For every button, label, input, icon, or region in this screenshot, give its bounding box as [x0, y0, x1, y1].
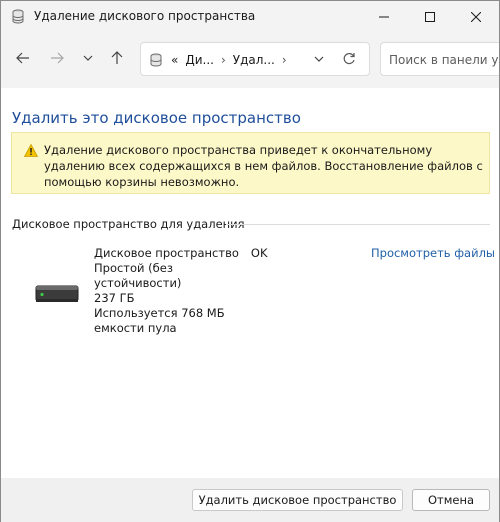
- close-button[interactable]: [453, 1, 499, 32]
- breadcrumb-separator[interactable]: ›: [282, 53, 287, 67]
- refresh-icon[interactable]: [342, 52, 356, 66]
- breadcrumb-item-delete[interactable]: Удал...: [233, 53, 275, 67]
- footer-bar: Удалить дисковое пространство Отмена: [1, 478, 499, 522]
- back-arrow-icon: [16, 52, 29, 64]
- space-details: Дисковое пространство OK Простой (без ус…: [94, 245, 267, 336]
- breadcrumb: « Ди... › Удал... ›: [171, 53, 294, 67]
- breadcrumb-overflow[interactable]: «: [171, 53, 178, 67]
- close-icon: [471, 11, 481, 22]
- drive-icon: [35, 285, 79, 302]
- chevron-down-icon[interactable]: [314, 56, 324, 62]
- storage-spaces-icon: [150, 53, 162, 67]
- forward-button[interactable]: [44, 45, 70, 71]
- space-size: 237 ГБ: [94, 291, 135, 305]
- minimize-button[interactable]: [361, 1, 407, 32]
- space-usage: Используется 768 МБ емкости пула: [94, 306, 225, 335]
- page-title: Удалить это дисковое пространство: [12, 109, 301, 127]
- cancel-button[interactable]: Отмена: [412, 489, 490, 511]
- space-resiliency: Простой (без устойчивости): [94, 261, 182, 290]
- delete-space-button[interactable]: Удалить дисковое пространство: [192, 489, 403, 511]
- storage-spaces-icon: [12, 9, 24, 24]
- recent-dropdown-icon: [83, 55, 93, 61]
- minimize-icon: [379, 16, 389, 17]
- breadcrumb-item-storage-spaces[interactable]: Ди...: [185, 53, 214, 67]
- up-arrow-icon: [111, 51, 123, 64]
- address-bar[interactable]: « Ди... › Удал... ›: [140, 42, 370, 76]
- title-bar: Удаление дискового пространства: [1, 1, 499, 32]
- up-button[interactable]: [104, 45, 130, 71]
- section-divider: [226, 224, 490, 225]
- space-status-row: Дисковое пространство OK: [94, 245, 267, 261]
- dialog-window: Удаление дискового пространства « Ди... …: [0, 0, 500, 522]
- warning-banner: Удаление дискового пространства приведет…: [11, 132, 490, 194]
- search-input[interactable]: Поиск в панели управления: [380, 42, 499, 76]
- warning-icon: [24, 144, 38, 157]
- section-title: Дисковое пространство для удаления: [12, 217, 245, 231]
- maximize-button[interactable]: [407, 1, 453, 32]
- navigation-bar: « Ди... › Удал... › Поиск в панели управлени…: [1, 32, 499, 88]
- space-name: Дисковое пространство: [94, 245, 239, 260]
- forward-arrow-icon: [51, 52, 64, 64]
- warning-text: Удаление дискового пространства приведет…: [44, 143, 483, 189]
- search-placeholder: Поиск в панели управления: [389, 53, 499, 67]
- space-status: OK: [250, 245, 268, 260]
- maximize-icon: [425, 11, 435, 22]
- view-files-link[interactable]: Просмотреть файлы: [371, 246, 495, 260]
- window-title: Удаление дискового пространства: [34, 9, 256, 23]
- recent-locations-button[interactable]: [75, 45, 101, 71]
- back-button[interactable]: [10, 45, 36, 71]
- breadcrumb-separator[interactable]: ›: [221, 53, 226, 67]
